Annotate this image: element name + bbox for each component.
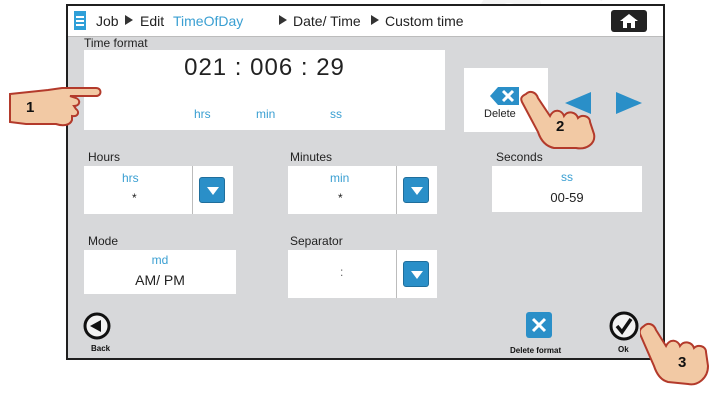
hours-label: Hours xyxy=(88,150,121,164)
chevron-down-icon[interactable] xyxy=(403,261,429,287)
arrow-right-icon[interactable] xyxy=(616,92,642,114)
delete-format-icon xyxy=(526,312,552,338)
minutes-label: Minutes xyxy=(290,150,333,164)
time-format-label: Time format xyxy=(84,36,148,50)
mode-code: md xyxy=(151,253,169,267)
delete-format-button[interactable]: Delete format xyxy=(508,308,578,356)
ok-label: Ok xyxy=(618,345,629,354)
callout-3: 3 xyxy=(678,354,687,371)
minutes-code: min xyxy=(330,171,350,185)
unit-min: min xyxy=(256,107,276,121)
home-icon xyxy=(620,14,638,28)
unit-hrs: hrs xyxy=(194,107,211,121)
chevron-down-icon[interactable] xyxy=(199,177,225,203)
breadcrumb-separator-icon xyxy=(125,15,133,25)
separator-dropdown[interactable]: : xyxy=(288,250,437,298)
time-format-value: 021 : 006 : 29 xyxy=(184,54,345,81)
breadcrumb-date-time[interactable]: Date/ Time xyxy=(293,13,361,29)
seconds-label: Seconds xyxy=(496,150,543,164)
hours-dropdown[interactable]: hrs * xyxy=(84,166,233,214)
hours-code: hrs xyxy=(122,171,139,185)
callout-1: 1 xyxy=(26,99,35,116)
ok-button[interactable]: Ok xyxy=(608,310,644,356)
seconds-code: ss xyxy=(561,170,573,184)
back-button[interactable]: Back xyxy=(82,311,122,355)
delete-format-label: Delete format xyxy=(510,346,562,355)
time-format-panel[interactable]: Time format 021 : 006 : 29 hrs min ss xyxy=(84,36,445,130)
minutes-dropdown[interactable]: min * xyxy=(288,166,437,214)
checkmark-icon xyxy=(609,311,639,341)
pointing-hand-icon xyxy=(640,322,710,386)
back-icon xyxy=(83,312,111,340)
breadcrumb-custom-time: Custom time xyxy=(385,13,464,29)
separator-label: Separator xyxy=(290,234,343,248)
breadcrumb-separator-icon xyxy=(371,15,379,25)
callout-2: 2 xyxy=(556,118,565,135)
breadcrumb-separator-icon xyxy=(279,15,287,25)
seconds-value: 00-59 xyxy=(550,190,584,205)
backspace-icon xyxy=(490,87,519,105)
breadcrumb-edit[interactable]: Edit xyxy=(140,13,164,29)
minutes-value: * xyxy=(338,191,343,205)
pointing-hand-icon xyxy=(9,87,102,127)
breadcrumb: Job Edit TimeOfDay Date/ Time Custom tim… xyxy=(68,6,663,37)
document-icon xyxy=(74,11,86,30)
mode-value: AM/ PM xyxy=(135,272,185,288)
breadcrumb-job[interactable]: Job xyxy=(96,13,119,29)
pointing-hand-icon xyxy=(520,90,596,150)
home-button[interactable] xyxy=(611,10,647,32)
unit-ss: ss xyxy=(330,107,342,121)
device-screen: Job Edit TimeOfDay Date/ Time Custom tim… xyxy=(66,4,665,360)
delete-label: Delete xyxy=(484,108,516,120)
hours-value: * xyxy=(132,191,137,205)
seconds-field[interactable]: ss 00-59 xyxy=(492,166,642,212)
separator-value: : xyxy=(340,265,344,279)
back-label: Back xyxy=(91,344,111,353)
mode-field[interactable]: md AM/ PM xyxy=(84,250,236,294)
mode-label: Mode xyxy=(88,234,119,248)
breadcrumb-timeofday[interactable]: TimeOfDay xyxy=(173,13,243,29)
chevron-down-icon[interactable] xyxy=(403,177,429,203)
